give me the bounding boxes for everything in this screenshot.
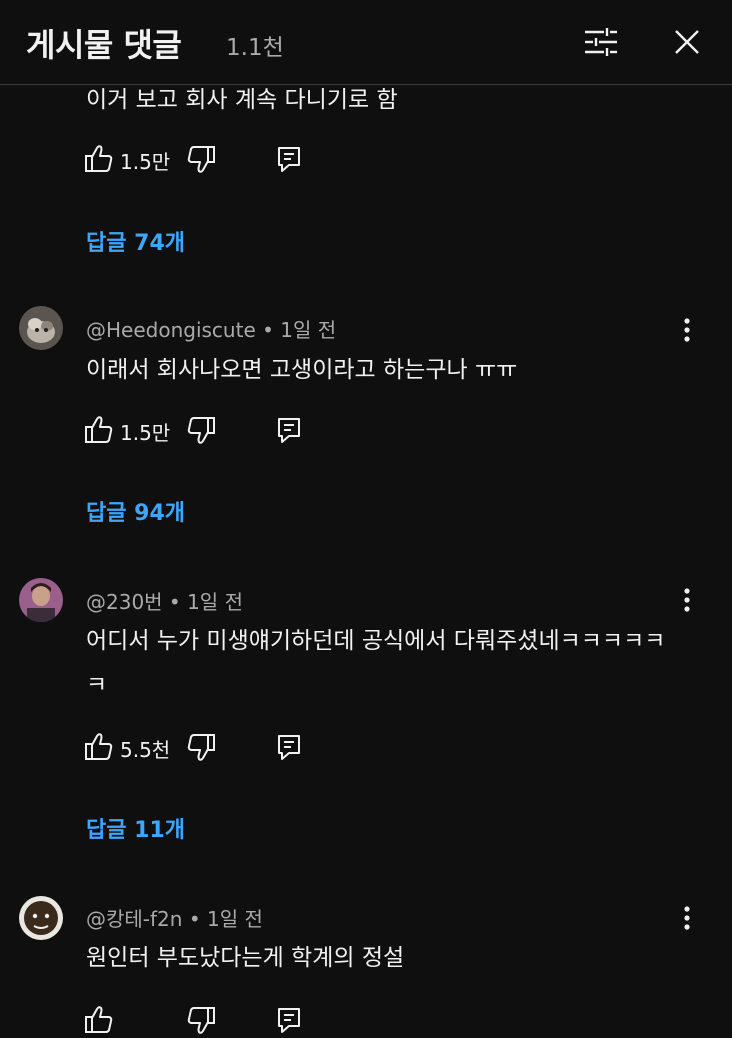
replies-link[interactable]: 답글 11개 — [86, 812, 185, 844]
comment-item: @Heedongiscute • 1일 전 이래서 회사나오면 고생이라고 하는… — [0, 300, 732, 550]
close-icon — [675, 30, 699, 54]
comment-text: 어디서 누가 미생얘기하던데 공식에서 다뤄주셨네ㅋㅋㅋㅋㅋㅋ — [86, 628, 666, 698]
like-icon[interactable] — [84, 1004, 114, 1036]
reply-icon[interactable] — [274, 414, 304, 446]
like-icon[interactable] — [84, 414, 114, 446]
filter-icon — [585, 28, 617, 56]
comment-count: 1.1천 — [226, 35, 284, 61]
comment-actions: 1.5만 — [84, 143, 344, 177]
filter-button[interactable] — [578, 20, 624, 64]
page-title: 게시물 댓글 — [26, 26, 182, 64]
dislike-icon[interactable] — [186, 731, 216, 763]
like-count: 1.5만 — [120, 421, 171, 445]
comments-header: 게시물 댓글 1.1천 — [0, 0, 732, 85]
avatar[interactable] — [19, 306, 63, 350]
comment-text: 원인터 부도났다는게 학계의 정설 — [86, 945, 405, 971]
comment-item: @캉테-f2n • 1일 전 원인터 부도났다는게 학계의 정설 — [0, 890, 732, 1024]
reply-icon[interactable] — [274, 143, 304, 175]
dislike-icon[interactable] — [186, 1004, 216, 1036]
like-icon[interactable] — [84, 143, 114, 175]
more-vert-icon — [674, 582, 700, 618]
avatar[interactable] — [19, 578, 63, 622]
comment-item: @230번 • 1일 전 어디서 누가 미생얘기하던데 공식에서 다뤄주셨네ㅋㅋ… — [0, 570, 732, 870]
comment-text: 이래서 회사나오면 고생이라고 하는구나 ㅠㅠ — [86, 357, 518, 383]
more-vert-icon — [674, 900, 700, 936]
comment-meta: @Heedongiscute • 1일 전 — [86, 318, 337, 342]
comment-meta: @230번 • 1일 전 — [86, 590, 243, 614]
replies-link[interactable]: 답글 94개 — [86, 495, 185, 527]
like-count: 1.5만 — [120, 150, 171, 174]
more-options-button[interactable] — [674, 582, 700, 618]
more-vert-icon — [674, 312, 700, 348]
comment-actions: 1.5만 — [84, 414, 344, 448]
comment-actions — [84, 1004, 344, 1038]
more-options-button[interactable] — [674, 312, 700, 348]
avatar[interactable] — [19, 896, 63, 940]
like-icon[interactable] — [84, 731, 114, 763]
reply-icon[interactable] — [274, 731, 304, 763]
like-count: 5.5천 — [120, 738, 171, 762]
dislike-icon[interactable] — [186, 143, 216, 175]
close-button[interactable] — [664, 20, 710, 64]
dislike-icon[interactable] — [186, 414, 216, 446]
comment-meta: @캉테-f2n • 1일 전 — [86, 907, 263, 931]
reply-icon[interactable] — [274, 1004, 304, 1036]
more-options-button[interactable] — [674, 900, 700, 936]
replies-link[interactable]: 답글 74개 — [86, 225, 185, 257]
comment-actions: 5.5천 — [84, 731, 344, 765]
